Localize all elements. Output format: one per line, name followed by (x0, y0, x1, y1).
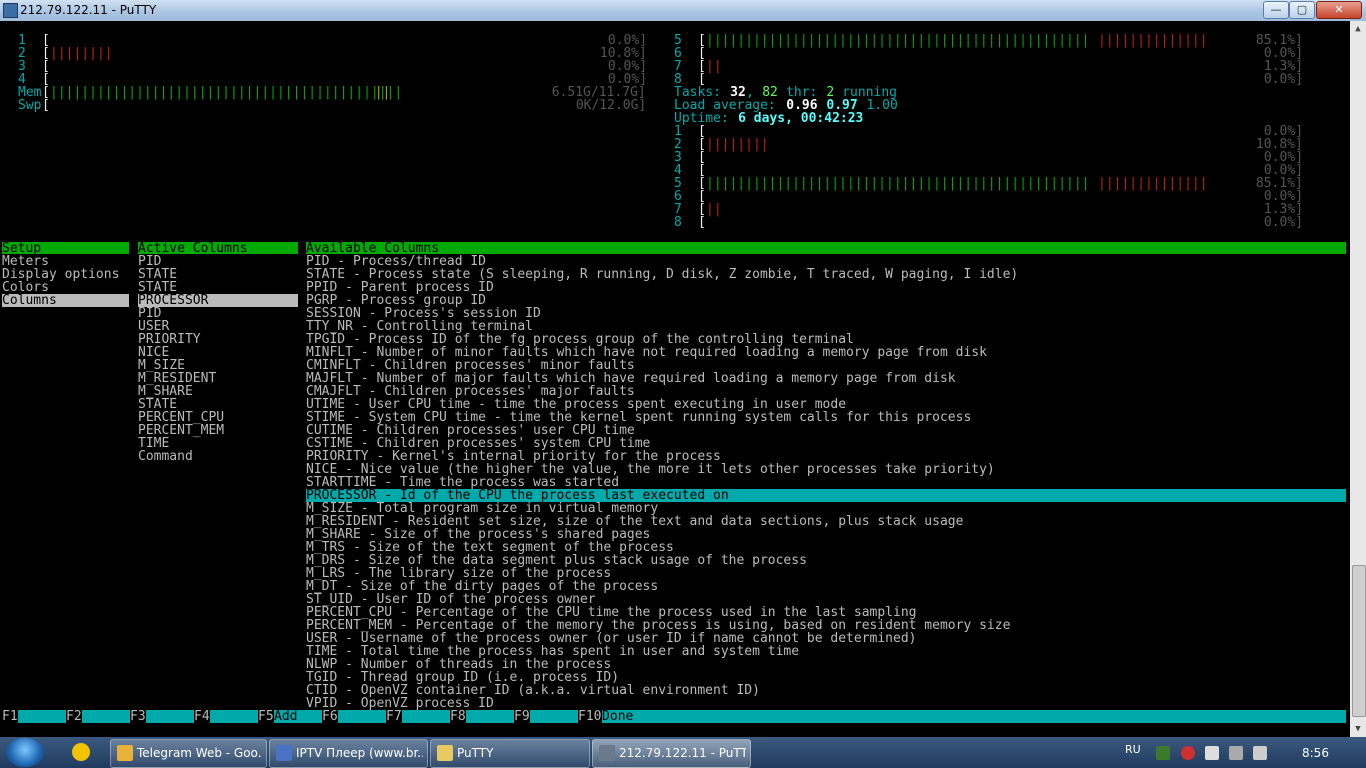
cpu-meter-bar-kernel: |||||||||||||| (1098, 33, 1208, 48)
fkey-f8-label[interactable] (466, 710, 514, 723)
quick-launch-icon[interactable] (72, 743, 90, 761)
nvidia-tray-icon[interactable] (1156, 746, 1170, 760)
fkey-f8-key[interactable]: F8 (450, 710, 466, 723)
cpu-meter-value: 0.0%] (1263, 215, 1304, 230)
fkey-f6-label[interactable] (338, 710, 386, 723)
start-button[interactable] (6, 738, 44, 767)
fkey-f1-key[interactable]: F1 (2, 710, 18, 723)
active-column-item[interactable]: Command (138, 450, 298, 463)
meter-bracket: [ (42, 98, 50, 113)
close-button[interactable]: ✕ (1316, 1, 1362, 19)
title-bar[interactable]: 212.79.122.11 - PuTTY — ▢ ✕ (0, 0, 1366, 21)
cpu-meter-value: 0.0%] (1263, 72, 1304, 87)
taskbar-button-label: PuTTY (457, 746, 494, 760)
cpu-meter-bar-kernel: |||||||||||||| (1098, 176, 1208, 191)
swap-meter-label: Swp (18, 98, 42, 113)
network-tray-icon[interactable] (1229, 746, 1243, 760)
chrome-icon (117, 745, 133, 761)
putty-app-icon[interactable] (3, 3, 18, 18)
language-indicator[interactable]: RU (1125, 743, 1141, 756)
taskbar-button[interactable]: 212.79.122.11 - PuTTY (592, 739, 751, 768)
window-title: 212.79.122.11 - PuTTY (20, 3, 157, 17)
setup-panel-header: Setup (2, 242, 129, 255)
cpu-meter-bar-kernel: || (706, 59, 722, 74)
cpu-meter-bar: ||||||||||||||||||||||||||||||||||||||||… (706, 176, 1090, 191)
folder-icon (437, 745, 453, 761)
taskbar-button[interactable]: IPTV Плеер (www.br... (269, 739, 428, 768)
fkey-f4-label[interactable] (210, 710, 258, 723)
fkey-f6-key[interactable]: F6 (322, 710, 338, 723)
swap-meter-value: 0K/12.0G] (575, 98, 647, 113)
iptv-icon (276, 745, 292, 761)
fkey-f3-label[interactable] (146, 710, 194, 723)
scroll-down-icon[interactable]: ▼ (1351, 721, 1365, 737)
terminal-area[interactable]: 1[0.0%] 2[|||||||| 10.8%] 3[0.0%] 4[0.0%] Mem… (0, 21, 1350, 737)
fkey-f4-key[interactable]: F4 (194, 710, 210, 723)
active-columns-header: Active Columns (138, 242, 298, 255)
meter-bracket: [ (698, 215, 706, 230)
minimize-button[interactable]: — (1263, 1, 1289, 19)
fkey-f7-label[interactable] (402, 710, 450, 723)
maximize-button[interactable]: ▢ (1289, 1, 1315, 19)
flag-tray-icon[interactable] (1205, 746, 1219, 760)
taskbar-button-label: IPTV Плеер (www.br... (296, 746, 423, 760)
cpu-meter-bar: |||||||| (50, 46, 113, 61)
volume-tray-icon[interactable] (1253, 746, 1267, 760)
putty-icon (599, 745, 615, 761)
load-average-text: 1.00 (866, 98, 898, 113)
mem-meter-bar: ||||||||||||||||||||||||||||||||||||||||… (50, 85, 403, 100)
fkey-f5-label[interactable]: Add (274, 710, 322, 723)
fkey-f10-key[interactable]: F10 (578, 710, 602, 723)
cpu-meter-label: 8 (674, 215, 682, 230)
fkey-f5-key[interactable]: F5 (258, 710, 274, 723)
fkey-f7-key[interactable]: F7 (386, 710, 402, 723)
fkey-f3-key[interactable]: F3 (130, 710, 146, 723)
fkey-f2-key[interactable]: F2 (66, 710, 82, 723)
fkey-f2-label[interactable] (82, 710, 130, 723)
available-columns-header: Available Columns (306, 242, 1346, 255)
cpu-meter-bar-kernel: |||||||| (706, 137, 769, 152)
active-column-item[interactable]: PROCESSOR (138, 294, 298, 307)
clock[interactable]: 8:56 (1302, 746, 1329, 760)
scroll-up-icon[interactable]: ▲ (1351, 21, 1365, 37)
fkey-f9-key[interactable]: F9 (514, 710, 530, 723)
cpu-meter-bar-kernel: || (706, 202, 722, 217)
taskbar: Telegram Web - Goo... IPTV Плеер (www.br.… (0, 737, 1366, 768)
security-tray-icon[interactable] (1181, 746, 1195, 760)
taskbar-button[interactable]: PuTTY (430, 739, 590, 768)
fkey-f1-label[interactable] (18, 710, 66, 723)
setup-menu-item[interactable]: Columns (2, 294, 129, 307)
fkey-f9-label[interactable] (530, 710, 578, 723)
taskbar-button-label: Telegram Web - Goo... (137, 746, 262, 760)
vertical-scrollbar[interactable]: ▲ ▼ (1350, 21, 1366, 737)
taskbar-button-label: 212.79.122.11 - PuTTY (619, 746, 746, 760)
taskbar-button[interactable]: Telegram Web - Goo... (110, 739, 267, 768)
function-key-bar: F1 F2 F3 F4 F5 Add F6 F7 F8 F9 F10 Done (0, 710, 1346, 723)
uptime-value: 6 days, 00:42:23 (738, 111, 864, 126)
mem-meter-bar-cache: || (374, 85, 391, 100)
scroll-thumb[interactable] (1352, 565, 1366, 717)
cpu-meter-bar: ||||||||||||||||||||||||||||||||||||||||… (706, 33, 1090, 48)
fkey-f10-label[interactable]: Done (602, 710, 1346, 723)
